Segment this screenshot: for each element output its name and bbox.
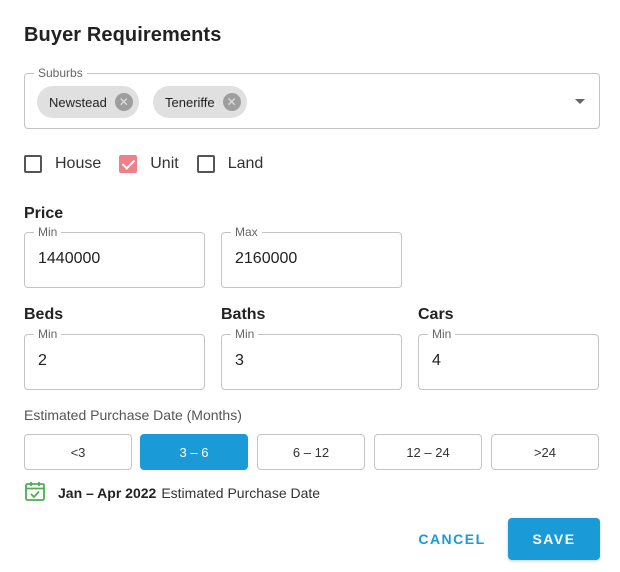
chip-teneriffe: Teneriffe ✕ — [153, 86, 247, 118]
estimated-date-range: Jan – Apr 2022 — [58, 484, 157, 501]
chip-remove-icon[interactable]: ✕ — [222, 93, 241, 111]
option-6-to-12[interactable]: 6 – 12 — [257, 434, 365, 470]
price-min-field[interactable]: Min 1440000 — [24, 225, 205, 288]
beds-min-field[interactable]: Min 2 — [24, 327, 205, 390]
checkbox-unit-label: Unit — [150, 155, 179, 172]
cars-min-label: Min — [428, 327, 456, 341]
save-button[interactable]: SAVE — [508, 518, 600, 560]
chip-label: Newstead — [49, 94, 107, 110]
cancel-button[interactable]: CANCEL — [400, 518, 504, 560]
cars-min-value: 4 — [432, 352, 441, 369]
option-more-than-24[interactable]: >24 — [491, 434, 599, 470]
estimated-date-suffix: Estimated Purchase Date — [161, 484, 321, 501]
checkbox-house[interactable] — [24, 155, 42, 173]
price-max-value: 2160000 — [235, 250, 298, 267]
price-max-field[interactable]: Max 2160000 — [221, 225, 402, 288]
checkbox-house-label: House — [55, 155, 102, 172]
suburbs-select[interactable]: Suburbs Newstead ✕ Teneriffe ✕ — [24, 66, 600, 129]
baths-min-field[interactable]: Min 3 — [221, 327, 402, 390]
arrow-drop-down-icon[interactable] — [575, 99, 585, 104]
baths-label: Baths — [221, 306, 266, 323]
purchase-date-label: Estimated Purchase Date (Months) — [24, 407, 242, 423]
option-12-to-24[interactable]: 12 – 24 — [374, 434, 482, 470]
option-less-than-3[interactable]: <3 — [24, 434, 132, 470]
beds-label: Beds — [24, 306, 64, 323]
price-min-label: Min — [34, 225, 62, 239]
estimated-date: Jan – Apr 2022 Estimated Purchase Date — [24, 480, 320, 505]
price-min-value: 1440000 — [38, 250, 101, 267]
cars-label: Cars — [418, 306, 454, 323]
beds-min-value: 2 — [38, 352, 47, 369]
calendar-check-icon — [24, 480, 46, 505]
beds-min-label: Min — [34, 327, 62, 341]
property-type-checkboxes: House Unit Land — [24, 155, 281, 173]
price-max-label: Max — [231, 225, 262, 239]
option-3-to-6[interactable]: 3 – 6 — [140, 434, 248, 470]
baths-min-value: 3 — [235, 352, 244, 369]
suburbs-label: Suburbs — [34, 66, 87, 80]
dialog-title: Buyer Requirements — [24, 24, 222, 46]
checkbox-land-label: Land — [227, 155, 264, 172]
cars-min-field[interactable]: Min 4 — [418, 327, 599, 390]
baths-min-label: Min — [231, 327, 259, 341]
chip-newstead: Newstead ✕ — [37, 86, 139, 118]
checkbox-land[interactable] — [196, 155, 215, 173]
checkbox-unit[interactable] — [119, 155, 138, 173]
price-label: Price — [24, 205, 64, 222]
chip-remove-icon[interactable]: ✕ — [114, 93, 133, 111]
chip-label: Teneriffe — [165, 94, 215, 110]
